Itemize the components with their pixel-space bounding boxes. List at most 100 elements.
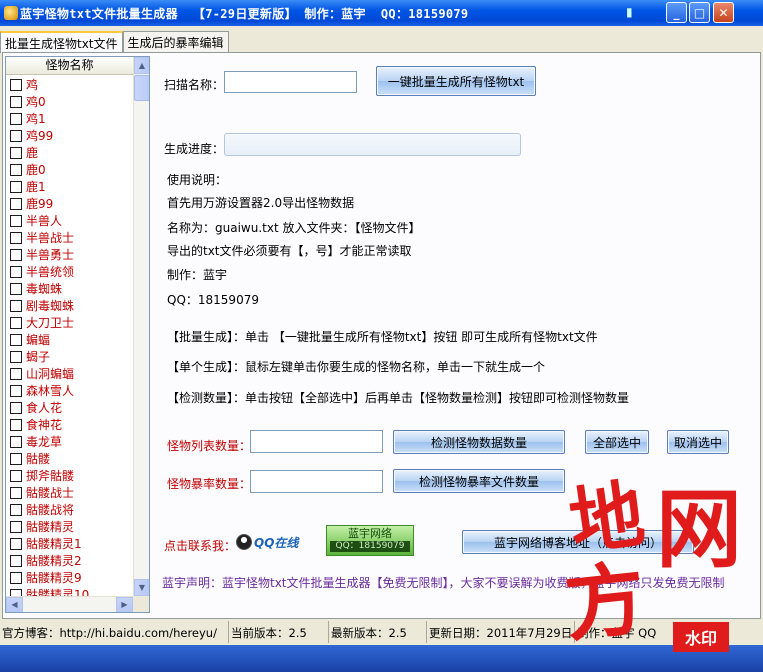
monster-list-item[interactable]: 半兽人 [6,212,133,229]
monster-checkbox[interactable] [10,503,22,516]
monster-checkbox[interactable] [10,384,22,397]
monster-checkbox[interactable] [10,231,22,244]
tab-drop-rate-edit[interactable]: 生成后的暴率编辑 [122,31,229,52]
monster-checkbox[interactable] [10,78,22,91]
monster-list-item[interactable]: 森林雪人 [6,382,133,399]
monster-checkbox[interactable] [10,163,22,176]
monster-checkbox[interactable] [10,333,22,346]
watermark-seal: 水印 [673,622,729,652]
monster-checkbox[interactable] [10,452,22,465]
monster-name: 半兽统领 [26,265,75,279]
monster-list-item[interactable]: 鸡99 [6,127,133,144]
monster-checkbox[interactable] [10,401,22,414]
monster-checkbox[interactable] [10,469,22,482]
monster-list-item[interactable]: 骷髅精灵1 [6,535,133,552]
monster-list-item[interactable]: 半兽勇士 [6,246,133,263]
monster-list-item[interactable]: 鸡1 [6,110,133,127]
check-drop-rates-button[interactable]: 检测怪物暴率文件数量 [393,469,565,493]
monster-checkbox[interactable] [10,520,22,533]
scroll-corner [133,596,149,612]
monster-checkbox[interactable] [10,418,22,431]
monster-list-item[interactable]: 鸡0 [6,93,133,110]
monster-checkbox[interactable] [10,554,22,567]
scroll-thumb[interactable] [134,75,149,101]
monster-list-item[interactable]: 鹿 [6,144,133,161]
minimize-button[interactable]: _ [666,2,687,23]
instruction-line: 制作：蓝宇 [167,268,228,282]
site-badge-title: 蓝宇网络 [348,527,392,540]
scroll-down-arrow-icon[interactable]: ▼ [134,579,149,596]
deselect-all-button[interactable]: 取消选中 [667,430,729,454]
drop-rate-count-input[interactable] [250,470,383,493]
generate-all-button[interactable]: 一键批量生成所有怪物txt [376,66,536,96]
monster-list-item[interactable]: 山洞蝙蝠 [6,365,133,382]
scroll-up-arrow-icon[interactable]: ▲ [134,57,149,74]
scroll-right-arrow-icon[interactable]: ▶ [116,597,133,612]
monster-list-count-input[interactable] [250,430,383,453]
scan-name-input[interactable] [224,71,357,93]
monster-list-item[interactable]: 鹿99 [6,195,133,212]
monster-list-item[interactable]: 骷髅战将 [6,501,133,518]
monster-checkbox[interactable] [10,95,22,108]
monster-checkbox[interactable] [10,129,22,142]
monster-list-item[interactable]: 骷髅战士 [6,484,133,501]
monster-checkbox[interactable] [10,180,22,193]
monster-list-item[interactable]: 蝎子 [6,348,133,365]
scroll-left-arrow-icon[interactable]: ◀ [6,597,23,612]
site-badge-qq: QQ：18159079 [330,541,410,552]
monster-name: 大刀卫士 [26,316,75,330]
monster-checkbox[interactable] [10,282,22,295]
monster-list-item[interactable]: 毒蜘蛛 [6,280,133,297]
monster-list-item[interactable]: 半兽统领 [6,263,133,280]
monster-checkbox[interactable] [10,146,22,159]
monster-list-item[interactable]: 骷髅精灵9 [6,569,133,586]
monster-checkbox[interactable] [10,214,22,227]
monster-list-item[interactable]: 骷髅精灵2 [6,552,133,569]
select-all-button[interactable]: 全部选中 [585,430,649,454]
monster-checkbox[interactable] [10,571,22,584]
monster-list-item[interactable]: 鹿1 [6,178,133,195]
monster-list-item[interactable]: 蝙蝠 [6,331,133,348]
close-button[interactable]: ✕ [713,2,734,23]
tab-batch-generate[interactable]: 批量生成怪物txt文件 [0,31,123,53]
horizontal-scrollbar[interactable]: ◀ ▶ [6,596,133,612]
monster-checkbox[interactable] [10,537,22,550]
monster-name: 食神花 [26,418,63,432]
blog-link-button[interactable]: 蓝宇网络博客地址（点击访问） [462,530,694,554]
monster-list-item[interactable]: 骷髅精灵 [6,518,133,535]
monster-list-item[interactable]: 大刀卫士 [6,314,133,331]
site-badge[interactable]: 蓝宇网络 QQ：18159079 [326,525,414,556]
monster-checkbox[interactable] [10,486,22,499]
monster-list-item[interactable]: 鹿0 [6,161,133,178]
instruction-line: QQ：18159079 [167,293,259,307]
monster-name: 骷髅战士 [26,486,75,500]
monster-checkbox[interactable] [10,265,22,278]
monster-checkbox[interactable] [10,299,22,312]
monster-list-item[interactable]: 食人花 [6,399,133,416]
monster-list-item[interactable]: 食神花 [6,416,133,433]
monster-name: 鹿 [26,146,39,160]
monster-checkbox[interactable] [10,350,22,363]
monster-checkbox[interactable] [10,588,22,596]
monster-checkbox[interactable] [10,197,22,210]
monster-list-item[interactable]: 骷髅 [6,450,133,467]
monster-checkbox[interactable] [10,112,22,125]
monster-checkbox[interactable] [10,316,22,329]
monster-list-item[interactable]: 半兽战士 [6,229,133,246]
monster-name: 鸡1 [26,112,46,126]
monster-list-header[interactable]: 怪物名称 [6,57,133,75]
monster-list-item[interactable]: 毒龙草 [6,433,133,450]
monster-checkbox[interactable] [10,367,22,380]
monster-list-item[interactable]: 骷髅精灵10 [6,586,133,596]
qq-online-badge[interactable]: QQ在线 [236,533,306,551]
maximize-button[interactable]: □ [689,2,710,23]
monster-checkbox[interactable] [10,248,22,261]
monster-list[interactable]: 怪物名称 鸡鸡0 鸡1 鸡99 鹿鹿0 鹿1 鹿99 半兽人 半兽战士 半兽勇士半兽统领 毒蜘蛛剧… [5,56,150,613]
pin-icon[interactable]: ▮ [626,5,640,21]
monster-checkbox[interactable] [10,435,22,448]
monster-list-item[interactable]: 鸡 [6,76,133,93]
vertical-scrollbar[interactable]: ▲ ▼ [133,57,149,596]
monster-list-item[interactable]: 剧毒蜘蛛 [6,297,133,314]
monster-list-item[interactable]: 掷斧骷髅 [6,467,133,484]
check-monsters-button[interactable]: 检测怪物数据数量 [393,430,565,454]
